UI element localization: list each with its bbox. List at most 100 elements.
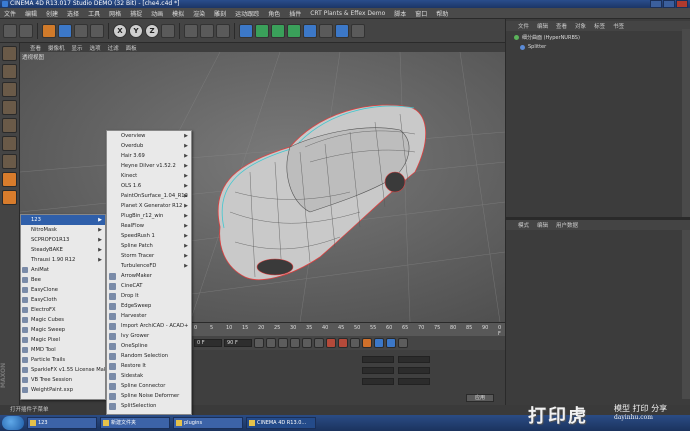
menu-item[interactable]: 帮助 — [436, 9, 448, 18]
size-y-field[interactable] — [398, 367, 430, 374]
size-z-field[interactable] — [398, 378, 430, 385]
snap-icon[interactable] — [2, 190, 17, 205]
viewport-menu-item[interactable]: 选项 — [90, 44, 101, 52]
menu-item[interactable]: SparkleFX v1.55 License Maker — [21, 365, 105, 375]
object-manager-menu-item[interactable]: 查看 — [556, 22, 567, 30]
menu-item[interactable]: TurbulenceFD ▶ — [107, 261, 191, 271]
menu-item[interactable]: SCPROFO1R13 ▶ — [21, 235, 105, 245]
timeline-ruler[interactable]: 0 5 10 15 20 25 30 35 40 45 50 55 60 65 70 75 80 85 90 0 F — [190, 322, 505, 337]
menu-item[interactable]: 运动跟踪 — [235, 9, 259, 18]
taskbar-item[interactable]: 123 — [27, 417, 97, 429]
array-icon[interactable] — [287, 23, 301, 38]
render-settings-icon[interactable] — [216, 23, 230, 38]
viewport-menu-item[interactable]: 摄像机 — [48, 44, 65, 52]
menu-item[interactable]: Particle Trails — [21, 355, 105, 365]
rotation-key-icon[interactable] — [386, 338, 396, 348]
menu-item[interactable]: 工具 — [88, 9, 100, 18]
taskbar-item[interactable]: CINEMA 4D R13.0... — [246, 417, 316, 429]
scale-tool-icon[interactable] — [74, 23, 88, 38]
object-manager-menu-item[interactable]: 书签 — [613, 22, 624, 30]
menu-item[interactable]: CRT Plants & Effex Demo — [310, 10, 385, 17]
move-tool-icon[interactable] — [58, 23, 72, 38]
menu-item[interactable]: Storm Tracer ▶ — [107, 251, 191, 261]
menu-item[interactable]: 雕刻 — [214, 9, 226, 18]
menu-item[interactable]: Planet X Generator R12 ▶ — [107, 201, 191, 211]
viewport-menu-item[interactable]: 过滤 — [108, 44, 119, 52]
autokey-icon[interactable] — [338, 338, 348, 348]
attribute-menu-item[interactable]: 模式 — [518, 221, 529, 229]
menu-item[interactable]: 插件 — [289, 9, 301, 18]
menu-item[interactable]: PaintOnSurface_1.04_R12 ▶ — [107, 191, 191, 201]
z-axis-lock-button[interactable]: Z — [145, 23, 159, 38]
polygons-mode-icon[interactable] — [2, 154, 17, 169]
make-editable-icon[interactable] — [2, 46, 17, 61]
menu-item[interactable]: Thrausi 1.90 R12 ▶ — [21, 255, 105, 265]
minimize-button[interactable] — [650, 0, 662, 8]
menu-item[interactable]: 窗口 — [415, 9, 427, 18]
workplane-icon[interactable] — [2, 100, 17, 115]
menu-item[interactable]: 网格 — [109, 9, 121, 18]
previous-key-icon[interactable] — [266, 338, 276, 348]
scale-key-icon[interactable] — [374, 338, 384, 348]
coordinate-system-icon[interactable] — [161, 23, 175, 38]
position-x-field[interactable] — [362, 356, 394, 363]
y-axis-lock-button[interactable]: Y — [129, 23, 143, 38]
menu-item[interactable]: 编辑 — [25, 9, 37, 18]
render-picture-viewer-icon[interactable] — [200, 23, 214, 38]
menu-item[interactable]: Spline Noise Deformer — [107, 391, 191, 401]
menu-item[interactable]: Magic Pixel — [21, 335, 105, 345]
menu-item[interactable]: WeightPaint.xxp — [21, 385, 105, 395]
object-manager-menu-item[interactable]: 编辑 — [537, 22, 548, 30]
menu-item[interactable]: 创建 — [46, 9, 58, 18]
panel-tabs-strip[interactable] — [682, 29, 690, 399]
play-backwards-icon[interactable] — [278, 338, 288, 348]
object-row-splitter[interactable]: Splitter — [520, 44, 546, 50]
edges-mode-icon[interactable] — [2, 136, 17, 151]
maximize-button[interactable] — [663, 0, 675, 8]
menu-item[interactable]: Restore It — [107, 361, 191, 371]
menu-item[interactable]: SplitSelection — [107, 401, 191, 411]
menu-item[interactable]: NitroMask ▶ — [21, 225, 105, 235]
axis-mode-icon[interactable] — [2, 172, 17, 187]
menu-item[interactable]: 渲染 — [193, 9, 205, 18]
menu-item[interactable]: Bee — [21, 275, 105, 285]
cube-object-icon[interactable] — [239, 23, 253, 38]
texture-mode-icon[interactable] — [2, 82, 17, 97]
light-icon[interactable] — [351, 23, 365, 38]
menu-item[interactable]: 脚本 — [394, 9, 406, 18]
menu-item[interactable]: 选择 — [67, 9, 79, 18]
menu-item[interactable]: Magic Sweep — [21, 325, 105, 335]
menu-item[interactable]: EdgeSweep — [107, 301, 191, 311]
menu-item[interactable]: Drop It — [107, 291, 191, 301]
x-axis-lock-button[interactable]: X — [113, 23, 127, 38]
size-x-field[interactable] — [398, 356, 430, 363]
viewport-menu-item[interactable]: 面板 — [126, 44, 137, 52]
viewport-menu-item[interactable]: 查看 — [30, 44, 41, 52]
viewport-menu-item[interactable]: 显示 — [72, 44, 83, 52]
menu-item[interactable]: Overdub ▶ — [107, 141, 191, 151]
menu-item[interactable]: EasyClone — [21, 285, 105, 295]
play-icon[interactable] — [290, 338, 300, 348]
menu-item[interactable]: Ivy Grower — [107, 331, 191, 341]
menu-item[interactable]: EasyCloth — [21, 295, 105, 305]
menu-item[interactable]: OneSpline — [107, 341, 191, 351]
menu-item[interactable]: CineCAT — [107, 281, 191, 291]
menu-item[interactable]: Kinect ▶ — [107, 171, 191, 181]
menu-item[interactable]: ArrowMaker — [107, 271, 191, 281]
menu-item[interactable]: 模拟 — [172, 9, 184, 18]
close-button[interactable] — [676, 0, 688, 8]
menu-item[interactable]: Overview ▶ — [107, 131, 191, 141]
end-frame-field[interactable]: 90 F — [224, 339, 252, 347]
menu-item[interactable]: Hair 3.69 ▶ — [107, 151, 191, 161]
menu-item[interactable]: MMD Tool — [21, 345, 105, 355]
menu-item[interactable]: 角色 — [268, 9, 280, 18]
menu-item[interactable]: Spline Connector — [107, 381, 191, 391]
go-to-end-icon[interactable] — [314, 338, 324, 348]
menu-item[interactable]: SteadyBAKE ▶ — [21, 245, 105, 255]
deformer-icon[interactable] — [303, 23, 317, 38]
position-y-field[interactable] — [362, 367, 394, 374]
menu-item[interactable]: RealFlow ▶ — [107, 221, 191, 231]
menu-item[interactable]: 捕捉 — [130, 9, 142, 18]
menu-item[interactable]: PlugBin_r12_win ▶ — [107, 211, 191, 221]
redo-button[interactable] — [19, 23, 33, 38]
